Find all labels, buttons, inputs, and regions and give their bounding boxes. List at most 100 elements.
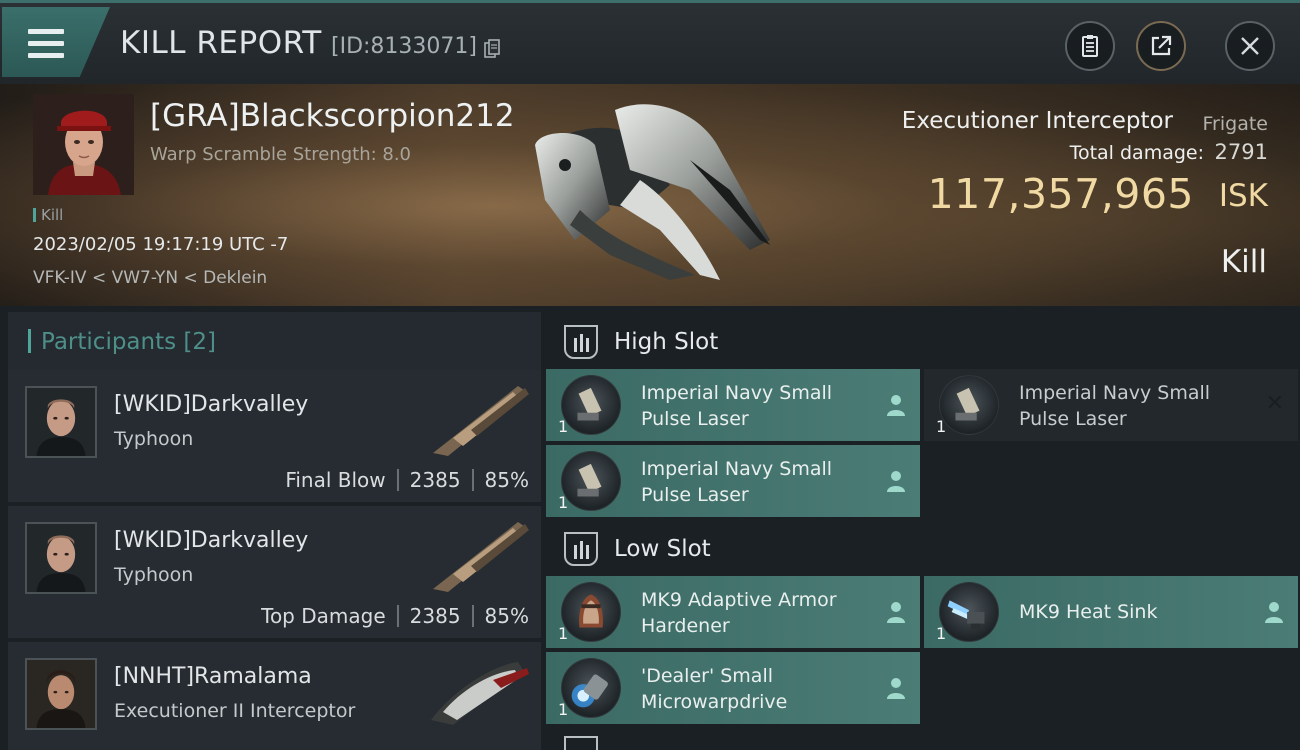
participants-title-text: Participants: [41, 329, 177, 355]
module-item[interactable]: 1 Imperial Navy Small Pulse Laser: [546, 369, 920, 441]
module-quantity: 1: [558, 624, 569, 643]
clipboard-icon: [1082, 35, 1098, 57]
person-icon: [887, 602, 905, 623]
module-name-line2: Pulse Laser: [641, 408, 749, 430]
pulse-laser-icon: [561, 451, 621, 511]
victim-ship-image[interactable]: [520, 90, 790, 290]
victim-name[interactable]: [GRA]Blackscorpion212: [150, 98, 515, 134]
participant-portrait[interactable]: +: [25, 658, 97, 730]
person-icon: [1265, 602, 1283, 623]
copy-icon[interactable]: [484, 39, 500, 59]
stats-divider: [396, 605, 399, 627]
pulse-laser-icon: [939, 375, 999, 435]
total-damage-label: Total damage:: [1069, 142, 1204, 164]
heat-sink-icon: [939, 582, 999, 642]
victim-ship-class: Frigate: [1202, 113, 1268, 135]
slot-icon: [564, 325, 598, 359]
module-name-line2: Pulse Laser: [641, 484, 749, 506]
module-quantity: 1: [558, 417, 569, 436]
victim-ship-name[interactable]: Executioner Interceptor: [902, 108, 1173, 134]
participant-portrait[interactable]: [25, 522, 97, 594]
total-damage-value: 2791: [1214, 140, 1268, 164]
menu-icon-bar: [28, 53, 64, 58]
person-icon: [887, 678, 905, 699]
module-name-line1: Imperial Navy Small: [1019, 382, 1211, 404]
participant-stats: Top Damage 2385 85%: [261, 604, 529, 628]
participant-ship: Typhoon: [114, 564, 194, 586]
module-quantity: 1: [558, 493, 569, 512]
participant-percent: 85%: [484, 468, 529, 492]
module-item[interactable]: 1 'Dealer' Small Microwarpdrive: [546, 652, 920, 724]
pulse-laser-icon: [561, 375, 621, 435]
module-name-line2: Hardener: [641, 615, 730, 637]
menu-icon-bar: [28, 41, 64, 46]
participant-stats: Final Blow 2385 85%: [285, 468, 529, 492]
kill-tag: Kill: [33, 206, 63, 224]
victim-header: [GRA]Blackscorpion212 Warp Scramble Stre…: [0, 84, 1300, 306]
module-name-line1: Imperial Navy Small: [641, 382, 833, 404]
participant-ship: Executioner II Interceptor: [114, 700, 356, 722]
share-icon: [1151, 35, 1172, 56]
module-name: Imperial Navy Small Pulse Laser: [641, 456, 881, 508]
pilot-portrait-image: [33, 94, 134, 195]
module-quantity: 1: [936, 417, 947, 436]
participant-portrait[interactable]: [25, 386, 97, 458]
module-quantity: 1: [558, 700, 569, 719]
participants-title: Participants [2]: [41, 329, 216, 355]
person-icon: [887, 471, 905, 492]
high-slot-title: High Slot: [614, 329, 719, 355]
kill-datetime: 2023/02/05 19:17:19 UTC -7: [33, 234, 289, 255]
participant-row[interactable]: [WKID]Darkvalley Typhoon Final Blow 2385…: [8, 370, 541, 504]
window-title: KILL REPORT: [120, 25, 322, 61]
participant-damage: 2385: [409, 468, 461, 492]
module-item[interactable]: 1 MK9 Adaptive Armor Hardener: [546, 576, 920, 648]
kill-id: [ID:8133071]: [331, 34, 477, 59]
module-name-line1: 'Dealer' Small: [641, 665, 773, 687]
low-slot-title: Low Slot: [614, 536, 711, 562]
module-name-line1: Imperial Navy Small: [641, 458, 833, 480]
share-button[interactable]: [1136, 21, 1186, 71]
participants-accent: [28, 329, 31, 353]
next-slot-header: [546, 732, 1300, 750]
victim-portrait[interactable]: [33, 94, 134, 195]
title-bar: KILL REPORT [ID:8133071]: [0, 0, 1300, 84]
module-item[interactable]: 1 Imperial Navy Small Pulse Laser: [546, 445, 920, 517]
close-button[interactable]: [1225, 21, 1275, 71]
kill-location[interactable]: VFK-IV < VW7-YN < Deklein: [33, 268, 267, 288]
slot-icon: [564, 532, 598, 566]
participant-percent: 85%: [484, 604, 529, 628]
module-name: MK9 Adaptive Armor Hardener: [641, 587, 881, 639]
participant-role: Final Blow: [285, 468, 386, 492]
participant-ship: Typhoon: [114, 428, 194, 450]
module-name: Imperial Navy Small Pulse Laser: [641, 380, 881, 432]
participant-ship-image: [433, 522, 529, 592]
low-slot-header: Low Slot: [546, 518, 1300, 578]
participants-header: Participants [2]: [8, 312, 541, 370]
module-item[interactable]: 1 MK9 Heat Sink: [924, 576, 1298, 648]
kill-result: Kill: [1220, 244, 1267, 280]
participant-portrait-image: [27, 660, 95, 728]
clipboard-button[interactable]: [1065, 21, 1115, 71]
stats-divider: [396, 469, 399, 491]
participant-row[interactable]: [WKID]Darkvalley Typhoon Top Damage 2385…: [8, 506, 541, 640]
module-name: Imperial Navy Small Pulse Laser: [1019, 380, 1259, 432]
participant-row[interactable]: + [NNHT]Ramalama Executioner II Intercep…: [8, 642, 541, 750]
module-name-line1: MK9 Heat Sink: [1019, 601, 1158, 623]
participant-name[interactable]: [WKID]Darkvalley: [114, 528, 308, 553]
participant-portrait-image: [27, 388, 95, 456]
stats-divider: [471, 605, 474, 627]
module-name: MK9 Heat Sink: [1019, 599, 1259, 625]
module-item[interactable]: 1 Imperial Navy Small Pulse Laser ✕: [924, 369, 1298, 441]
microwarpdrive-icon: [561, 658, 621, 718]
menu-button[interactable]: [2, 7, 110, 77]
module-name-line2: Microwarpdrive: [641, 691, 788, 713]
slot-icon: [564, 736, 598, 750]
fittings-panel: High Slot 1 Imperial Navy Small Pulse La…: [541, 306, 1300, 750]
module-name-line1: MK9 Adaptive Armor: [641, 589, 837, 611]
stats-divider: [471, 469, 474, 491]
participants-panel: Participants [2] [WKID]Darkvalley Typhoo…: [0, 306, 541, 750]
isk-unit: ISK: [1218, 178, 1268, 214]
isk-value: 117,357,965: [927, 170, 1194, 218]
participant-name[interactable]: [WKID]Darkvalley: [114, 392, 308, 417]
participant-name[interactable]: [NNHT]Ramalama: [114, 664, 312, 689]
